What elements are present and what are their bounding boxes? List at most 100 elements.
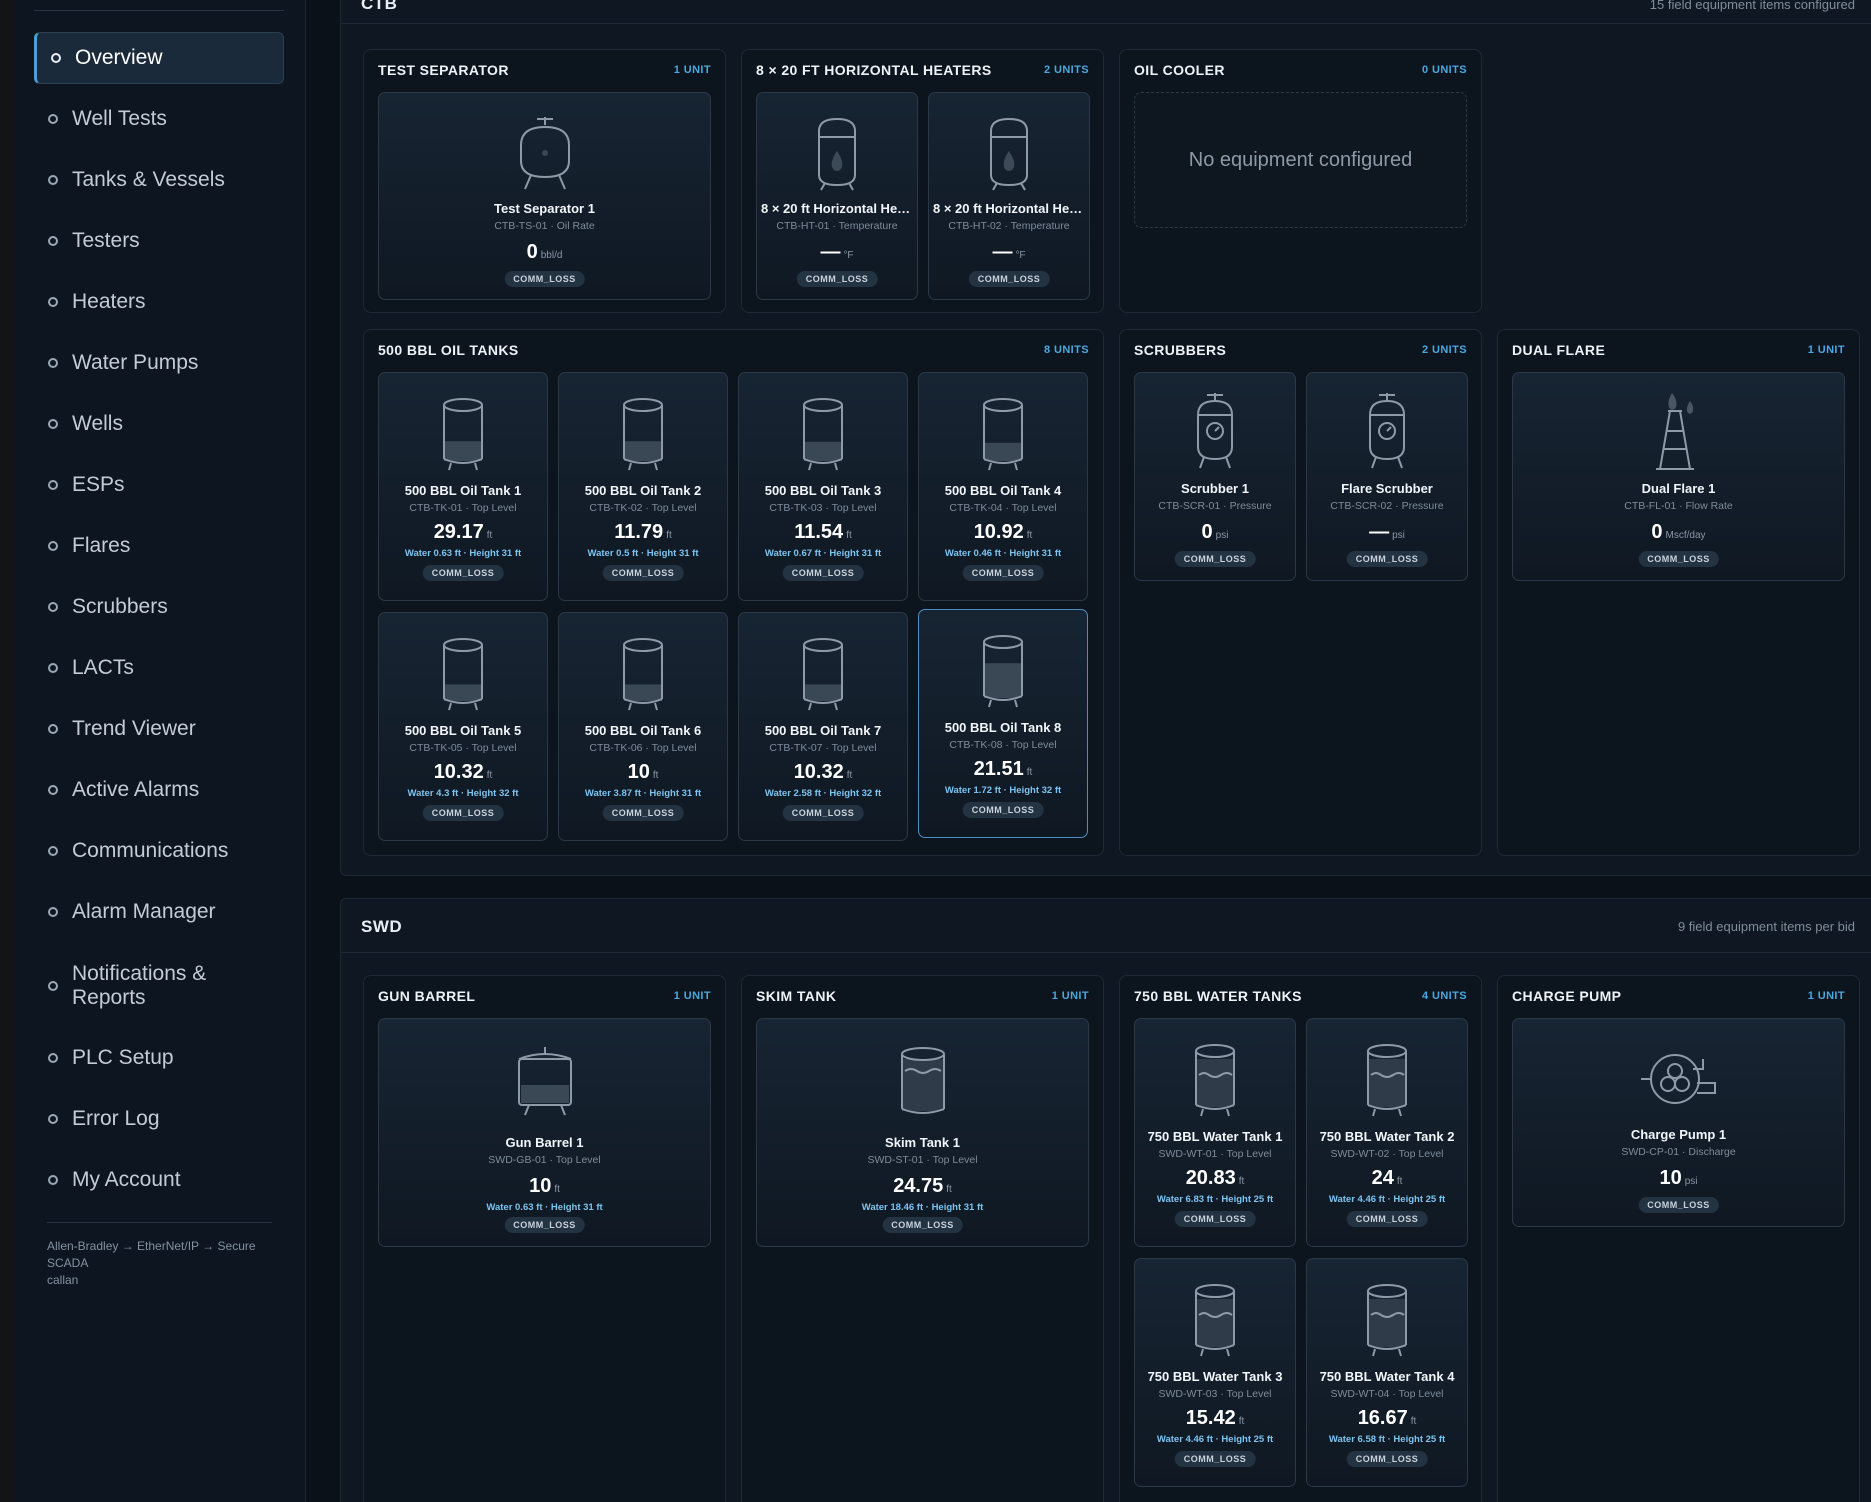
equipment-card[interactable]: 500 BBL Oil Tank 7 CTB-TK-07 · Top Level 1… <box>738 612 908 841</box>
nav-water-pumps[interactable]: Water Pumps <box>34 337 284 389</box>
tank-level-fill <box>984 442 1022 461</box>
value-unit: °F <box>1015 250 1026 261</box>
nav-testers[interactable]: Testers <box>34 215 284 267</box>
nav-label: Notifications & Reports <box>72 962 207 1009</box>
nav-wells[interactable]: Wells <box>34 398 284 450</box>
current-user: callan <box>47 1273 79 1287</box>
equipment-card[interactable]: 500 BBL Oil Tank 2 CTB-TK-02 · Top Level 1… <box>558 372 728 601</box>
bullet-icon <box>51 53 61 63</box>
nav-error-log[interactable]: Error Log <box>34 1093 284 1145</box>
equipment-value: 11.79 ft <box>559 521 727 544</box>
group-test-separator: TEST SEPARATOR 1 UNIT Test Separator 1 C… <box>363 49 726 313</box>
nav-alarm-manager[interactable]: Alarm Manager <box>34 886 284 938</box>
equipment-card[interactable]: Charge Pump 1 SWD-CP-01 · Discharge 10 ps… <box>1512 1018 1845 1227</box>
equipment-value: 10.92 ft <box>919 521 1087 544</box>
group-scrubbers: SCRUBBERS 2 UNITS Scrubber 1 CTB-SCR-01 … <box>1119 329 1482 856</box>
nav-trend-viewer[interactable]: Trend Viewer <box>34 703 284 755</box>
equipment-card[interactable]: Dual Flare 1 CTB-FL-01 · Flow Rate 0 Mscf… <box>1512 372 1845 581</box>
equipment-card[interactable]: 500 BBL Oil Tank 8 CTB-TK-08 · Top Level 2… <box>918 609 1088 838</box>
equipment-card[interactable]: Skim Tank 1 SWD-ST-01 · Top Level 24.75 f… <box>756 1018 1089 1247</box>
nav-scrubbers[interactable]: Scrubbers <box>34 581 284 633</box>
value-unit: Mscf/day <box>1665 530 1706 541</box>
equipment-tag: CTB-SCR-01 · Pressure <box>1158 500 1272 512</box>
nav-heaters[interactable]: Heaters <box>34 276 284 328</box>
pump-icon <box>1640 1054 1716 1104</box>
equipment-card[interactable]: 8 × 20 ft Horizontal Heater 1 CTB-HT-01 … <box>756 92 918 300</box>
equipment-card[interactable]: 500 BBL Oil Tank 1 CTB-TK-01 · Top Level 2… <box>378 372 548 601</box>
nav-label: Overview <box>75 46 163 69</box>
swd-section: SWD 9 field equipment items per bid GUN … <box>340 898 1871 1502</box>
nav-label: Communications <box>72 839 229 862</box>
equipment-card[interactable]: 750 BBL Water Tank 2 SWD-WT-02 · Top Leve… <box>1306 1018 1468 1247</box>
nav-label: Flares <box>72 534 131 557</box>
group-units: 1 UNIT <box>1051 990 1089 1002</box>
nav-tanks-vessels[interactable]: Tanks & Vessels <box>34 154 284 206</box>
equipment-card[interactable]: Scrubber 1 CTB-SCR-01 · Pressure 0 psi CO… <box>1134 372 1296 581</box>
equipment-card[interactable]: Gun Barrel 1 SWD-GB-01 · Top Level 10 ft … <box>378 1018 711 1247</box>
value-unit: ft <box>1026 530 1033 541</box>
equipment-card[interactable]: 750 BBL Water Tank 3 SWD-WT-03 · Top Leve… <box>1134 1258 1296 1487</box>
equipment-card[interactable]: Test Separator 1 CTB-TS-01 · Oil Rate 0b… <box>378 92 711 300</box>
nav-well-tests[interactable]: Well Tests <box>34 93 284 145</box>
nav-notifications-reports[interactable]: Notifications & Reports <box>34 956 284 1016</box>
group-units: 2 UNITS <box>1044 64 1089 76</box>
nav-lacts[interactable]: LACTs <box>34 642 284 694</box>
equipment-card[interactable]: 750 BBL Water Tank 4 SWD-WT-04 · Top Leve… <box>1306 1258 1468 1487</box>
tank-icon <box>983 635 1023 708</box>
value-unit: ft <box>1238 1176 1245 1187</box>
value-number: 0 <box>526 241 538 263</box>
tank-icon <box>803 398 843 471</box>
bullet-icon <box>48 846 58 856</box>
nav-active-alarms[interactable]: Active Alarms <box>34 764 284 816</box>
nav-overview[interactable]: Overview <box>34 32 284 84</box>
group-water-tanks: 750 BBL WATER TANKS 4 UNITS 750 BBL Wate… <box>1119 975 1482 1502</box>
equipment-value: 24.75 ft <box>757 1175 1088 1198</box>
value-unit: ft <box>666 530 672 541</box>
equipment-value: 29.17 ft <box>379 521 547 544</box>
value-number: 24 <box>1371 1167 1394 1189</box>
equipment-value: 10 ft <box>379 1175 710 1198</box>
section-title: CTB <box>361 0 398 13</box>
equipment-card[interactable]: Flare Scrubber CTB-SCR-02 · Pressure — ps… <box>1306 372 1468 581</box>
water-height: Water 3.87 ft · Height 31 ft <box>584 788 702 799</box>
nav-plc-setup[interactable]: PLC Setup <box>34 1032 284 1084</box>
nav-label: Testers <box>72 229 140 252</box>
nav-my-account[interactable]: My Account <box>34 1154 284 1206</box>
equipment-card[interactable]: 500 BBL Oil Tank 4 CTB-TK-04 · Top Level 1… <box>918 372 1088 601</box>
nav-esps[interactable]: ESPs <box>34 459 284 511</box>
equipment-name: 750 BBL Water Tank 2 <box>1319 1129 1455 1144</box>
equipment-card[interactable]: 8 × 20 ft Horizontal Heater 2 CTB-HT-02 … <box>928 92 1090 300</box>
skim-tank-icon <box>900 1047 945 1114</box>
heater-icon <box>990 117 1028 191</box>
equipment-card[interactable]: 500 BBL Oil Tank 3 CTB-TK-03 · Top Level 1… <box>738 372 908 601</box>
nav-label: Alarm Manager <box>72 900 216 923</box>
nav-communications[interactable]: Communications <box>34 825 284 877</box>
value-number: 10.32 <box>793 761 844 783</box>
section-note: 15 field equipment items configured <box>1649 0 1855 12</box>
bullet-icon <box>48 1114 58 1124</box>
value-unit: psi <box>1215 530 1229 541</box>
equipment-name: 500 BBL Oil Tank 6 <box>584 723 702 738</box>
nav-label: Scrubbers <box>72 595 168 618</box>
value-number: 16.67 <box>1357 1407 1408 1429</box>
equipment-card[interactable]: 500 BBL Oil Tank 5 CTB-TK-05 · Top Level 1… <box>378 612 548 841</box>
empty-state: No equipment configured <box>1134 92 1467 228</box>
equipment-value: 24 ft <box>1307 1167 1467 1190</box>
bullet-icon <box>48 358 58 368</box>
group-units: 1 UNIT <box>1807 344 1845 356</box>
bullet-icon <box>48 785 58 795</box>
equipment-value: 0 Mscf/day <box>1513 521 1844 544</box>
equipment-card[interactable]: 500 BBL Oil Tank 6 CTB-TK-06 · Top Level 1… <box>558 612 728 841</box>
equipment-value: 10.32 ft <box>739 761 907 784</box>
status-badge: COMM_LOSS <box>962 565 1044 581</box>
equipment-card[interactable]: 750 BBL Water Tank 1 SWD-WT-01 · Top Leve… <box>1134 1018 1296 1247</box>
status-badge: COMM_LOSS <box>1174 1211 1256 1227</box>
equipment-tag: CTB-TK-02 · Top Level <box>589 502 697 514</box>
status-badge: COMM_LOSS <box>882 1217 963 1233</box>
value-number: 11.79 <box>614 521 664 543</box>
group-title: CHARGE PUMP <box>1512 988 1622 1004</box>
bullet-icon <box>48 114 58 124</box>
nav-flares[interactable]: Flares <box>34 520 284 572</box>
value-number: 21.51 <box>973 758 1024 780</box>
status-badge: COMM_LOSS <box>422 565 504 581</box>
